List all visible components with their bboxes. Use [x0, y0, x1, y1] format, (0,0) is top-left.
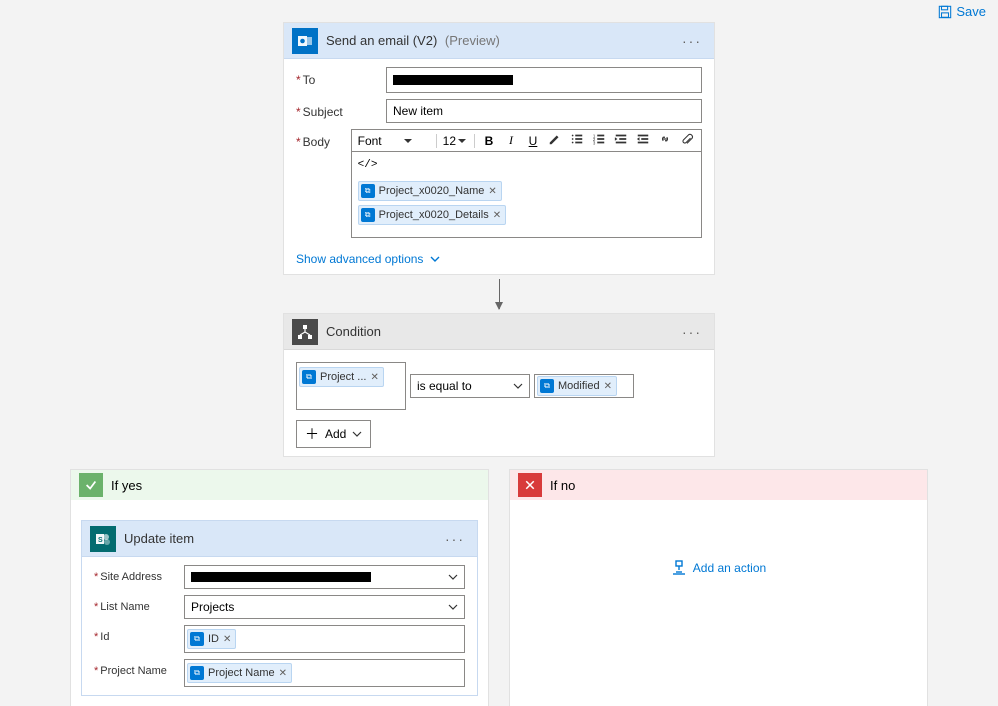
send-email-title: Send an email (V2) (Preview)	[326, 33, 678, 48]
add-action-icon	[671, 560, 687, 576]
if-yes-header: If yes	[71, 470, 488, 500]
update-item-title: Update item	[124, 531, 441, 546]
remove-token-icon[interactable]: ✕	[604, 381, 612, 392]
highlight-icon[interactable]	[547, 132, 563, 149]
to-redacted	[393, 75, 513, 85]
condition-operator-dropdown[interactable]: is equal to	[410, 374, 530, 398]
project-name-label: Project Name	[100, 665, 167, 677]
subject-input[interactable]: New item	[386, 99, 702, 123]
chevron-down-icon	[429, 253, 441, 265]
update-item-card: S Update item ··· *Site Address	[81, 520, 478, 696]
list-name-dropdown[interactable]: Projects	[184, 595, 465, 619]
rte-toolbar: Font 12 B I U 123	[351, 129, 702, 151]
id-label: Id	[100, 631, 109, 643]
underline-icon[interactable]: U	[525, 134, 541, 148]
outlook-icon	[292, 28, 318, 54]
sp-mini-icon: ⧉	[361, 184, 375, 198]
body-editor[interactable]: </> ⧉ Project_x0020_Name ✕ ⧉ Project_x00…	[351, 151, 702, 238]
site-redacted	[191, 572, 371, 582]
attach-icon[interactable]	[679, 132, 695, 149]
token-project-name[interactable]: ⧉ Project_x0020_Name ✕	[358, 181, 502, 201]
sp-mini-icon: ⧉	[190, 632, 204, 646]
sp-mini-icon: ⧉	[540, 379, 554, 393]
condition-menu[interactable]: ···	[678, 324, 706, 340]
condition-icon	[292, 319, 318, 345]
project-name-input[interactable]: ⧉ Project Name ✕	[184, 659, 465, 687]
body-label: Body	[303, 135, 330, 149]
condition-title: Condition	[326, 324, 678, 339]
link-icon[interactable]	[657, 132, 673, 149]
close-icon	[518, 473, 542, 497]
send-email-card: Send an email (V2) (Preview) ··· *To *Su…	[283, 22, 715, 275]
send-email-header[interactable]: Send an email (V2) (Preview) ···	[284, 23, 714, 59]
code-view-toggle[interactable]: </>	[358, 159, 378, 171]
show-advanced-options[interactable]: Show advanced options	[296, 252, 441, 266]
token-project-details[interactable]: ⧉ Project_x0020_Details ✕	[358, 205, 506, 225]
site-address-label: Site Address	[100, 571, 162, 583]
condition-left-input[interactable]: ⧉ Project ... ✕	[296, 362, 406, 410]
sp-mini-icon: ⧉	[302, 370, 316, 384]
remove-token-icon[interactable]: ✕	[488, 186, 496, 197]
add-action-button[interactable]: Add an action	[671, 560, 766, 576]
flow-arrow	[499, 279, 500, 309]
remove-token-icon[interactable]: ✕	[223, 634, 231, 645]
remove-token-icon[interactable]: ✕	[370, 372, 378, 383]
update-item-header[interactable]: S Update item ···	[82, 521, 477, 557]
save-button[interactable]: Save	[938, 4, 986, 19]
font-dropdown[interactable]: Font	[358, 134, 437, 148]
site-address-dropdown[interactable]	[184, 565, 465, 589]
remove-token-icon[interactable]: ✕	[493, 210, 501, 221]
bold-icon[interactable]: B	[481, 134, 497, 148]
chevron-down-icon	[448, 572, 458, 582]
svg-text:3: 3	[593, 140, 596, 145]
save-icon	[938, 5, 952, 19]
to-input[interactable]	[386, 67, 702, 93]
sp-mini-icon: ⧉	[361, 208, 375, 222]
remove-token-icon[interactable]: ✕	[279, 668, 287, 679]
to-label: To	[303, 73, 316, 87]
chevron-down-icon	[352, 429, 362, 439]
fontsize-dropdown[interactable]: 12	[443, 134, 475, 148]
bullet-list-icon[interactable]	[569, 132, 585, 149]
list-name-label: List Name	[100, 601, 150, 613]
check-icon	[79, 473, 103, 497]
plus-icon: ＋	[305, 424, 319, 444]
condition-right-input[interactable]: ⧉ Modified ✕	[534, 374, 634, 398]
number-list-icon[interactable]: 123	[591, 132, 607, 149]
subject-label: Subject	[303, 105, 343, 119]
id-input[interactable]: ⧉ ID ✕	[184, 625, 465, 653]
sp-mini-icon: ⧉	[190, 666, 204, 680]
if-no-branch: If no Add an action	[509, 469, 928, 706]
if-no-header: If no	[510, 470, 927, 500]
sharepoint-icon: S	[90, 526, 116, 552]
send-email-menu[interactable]: ···	[678, 33, 706, 49]
indent-icon[interactable]	[635, 132, 651, 149]
condition-add-button[interactable]: ＋ Add	[296, 420, 371, 448]
if-yes-branch: If yes S Update item ··· *Site Address	[70, 469, 489, 706]
chevron-down-icon	[513, 381, 523, 391]
condition-card: Condition ··· ⧉ Project ... ✕ is equal t…	[283, 313, 715, 457]
chevron-down-icon	[448, 602, 458, 612]
save-label: Save	[956, 4, 986, 19]
condition-header[interactable]: Condition ···	[284, 314, 714, 350]
svg-text:S: S	[98, 537, 103, 544]
outdent-icon[interactable]	[613, 132, 629, 149]
italic-icon[interactable]: I	[503, 133, 519, 148]
update-item-menu[interactable]: ···	[441, 531, 469, 547]
